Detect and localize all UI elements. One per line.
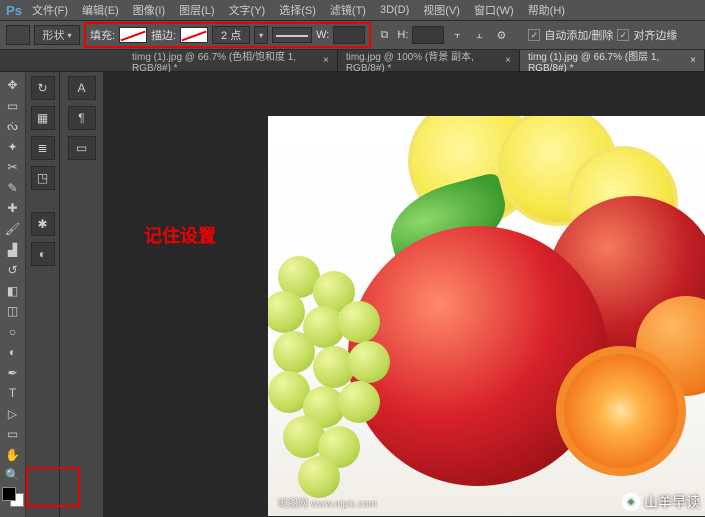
paths-panel-icon[interactable]: ◳ [31,166,55,190]
styles-panel-icon[interactable]: ✱ [31,212,55,236]
tab-label: timg (1).jpg @ 66.7% (色相/饱和度 1, RGB/8#) … [132,48,317,74]
grapes [268,246,408,506]
menu-edit[interactable]: 编辑(E) [76,0,125,20]
menu-bar: Ps 文件(F) 编辑(E) 图像(I) 图层(L) 文字(Y) 选择(S) 滤… [0,0,705,20]
document-canvas[interactable]: 昵图网 www.nipic.com ✦ 山羊早读 [268,116,705,516]
crop-tool[interactable]: ✂ [2,158,24,177]
menu-image[interactable]: 图像(I) [127,0,171,20]
path-selection-tool[interactable]: ▷ [2,405,24,424]
layers-panel-icon[interactable]: ≣ [31,136,55,160]
width-input[interactable] [333,26,365,44]
history-brush-tool[interactable]: ↺ [2,261,24,280]
menu-3d[interactable]: 3D(D) [374,2,415,18]
panel-dock-2: A ¶ ▭ [60,72,104,517]
wechat-icon: ✦ [622,493,640,511]
stroke-label: 描边: [151,27,176,43]
lasso-tool[interactable]: ᔔ [2,117,24,136]
menu-filter[interactable]: 滤镜(T) [324,0,372,20]
fill-label: 填充: [90,27,115,43]
tool-mode-dropdown[interactable]: 形状 ▾ [34,25,80,45]
pen-tool[interactable]: ✒ [2,363,24,382]
panel-dock-1: ↻ ▦ ≣ ◳ ✱ ◐ [26,72,60,517]
close-icon[interactable]: × [505,55,511,66]
document-tabs: timg (1).jpg @ 66.7% (色相/饱和度 1, RGB/8#) … [0,50,705,72]
watermark-bottom-right: ✦ 山羊早读 [622,492,700,512]
move-tool[interactable]: ✥ [2,76,24,95]
annotation-highlight-fill-stroke: 填充: 描边: 2 点 ▾ W: [84,22,371,48]
menu-file[interactable]: 文件(F) [26,0,74,20]
watermark-bottom-left: 昵图网 www.nipic.com [278,495,377,510]
path-arrangement-icon[interactable]: ⚙ [492,26,510,44]
close-icon[interactable]: × [690,55,696,66]
work-area: ✥ ▭ ᔔ ✦ ✂ ✎ ✚ 🖌 ▟ ↺ ◧ ◫ ○ ◐ ✒ T ▷ ▭ ✋ 🔍 … [0,72,705,517]
height-label: H: [397,29,408,41]
menu-view[interactable]: 视图(V) [417,0,466,20]
tool-preset-picker[interactable] [6,25,30,45]
foreground-color-swatch[interactable] [2,487,16,501]
path-alignment-icon[interactable]: ⫠ [470,26,488,44]
orange-half [556,346,686,476]
annotation-text: 记住设置 [144,222,216,248]
stroke-swatch[interactable] [180,27,208,43]
dodge-tool[interactable]: ◐ [2,343,24,362]
close-icon[interactable]: × [323,55,329,66]
eraser-tool[interactable]: ◧ [2,281,24,300]
paragraph-panel-icon[interactable]: ¶ [68,106,96,130]
brush-tool[interactable]: 🖌 [2,220,24,239]
link-wh-icon[interactable]: ⧉ [375,26,393,44]
fill-swatch[interactable] [119,27,147,43]
align-edges-label: 对齐边缘 [633,27,677,43]
character-panel-icon[interactable]: A [68,76,96,100]
color-swatches[interactable] [2,487,24,507]
eyedropper-tool[interactable]: ✎ [2,179,24,198]
height-input[interactable] [412,26,444,44]
type-tool[interactable]: T [2,384,24,403]
stroke-width-dropdown[interactable]: ▾ [254,26,268,44]
shape-panel-icon[interactable]: ▭ [68,136,96,160]
canvas-image: 昵图网 www.nipic.com ✦ 山羊早读 [268,116,705,516]
document-tab-3[interactable]: timg (1).jpg @ 66.7% (图层 1, RGB/8#) * × [520,50,705,71]
menu-select[interactable]: 选择(S) [273,0,322,20]
toolbox: ✥ ▭ ᔔ ✦ ✂ ✎ ✚ 🖌 ▟ ↺ ◧ ◫ ○ ◐ ✒ T ▷ ▭ ✋ 🔍 [0,72,26,517]
stroke-width-input[interactable]: 2 点 [212,26,250,44]
options-bar: 形状 ▾ 填充: 描边: 2 点 ▾ W: ⧉ H: ⫟ ⫠ ⚙ ✓ 自动添加/… [0,20,705,50]
document-tab-2[interactable]: timg.jpg @ 100% (背景 副本, RGB/8#) * × [338,50,520,71]
auto-add-delete-checkbox[interactable]: ✓ [528,29,540,41]
canvas-area[interactable]: 记住设置 [104,72,705,517]
app-logo: Ps [4,0,24,20]
blur-tool[interactable]: ○ [2,322,24,341]
chevron-down-icon: ▾ [67,31,71,40]
zoom-tool[interactable]: 🔍 [2,466,24,485]
width-label: W: [316,29,329,41]
hand-tool[interactable]: ✋ [2,446,24,465]
magic-wand-tool[interactable]: ✦ [2,138,24,157]
healing-brush-tool[interactable]: ✚ [2,199,24,218]
history-panel-icon[interactable]: ↻ [31,76,55,100]
menu-layer[interactable]: 图层(L) [173,0,220,20]
shape-tool[interactable]: ▭ [2,425,24,444]
clone-stamp-tool[interactable]: ▟ [2,240,24,259]
adjustments-panel-icon[interactable]: ◐ [31,242,55,266]
menu-window[interactable]: 窗口(W) [468,0,520,20]
tab-label: timg (1).jpg @ 66.7% (图层 1, RGB/8#) * [528,48,684,74]
swatches-panel-icon[interactable]: ▦ [31,106,55,130]
document-tab-1[interactable]: timg (1).jpg @ 66.7% (色相/饱和度 1, RGB/8#) … [124,50,338,71]
tab-label: timg.jpg @ 100% (背景 副本, RGB/8#) * [346,48,499,74]
tool-mode-label: 形状 [42,27,64,43]
gradient-tool[interactable]: ◫ [2,302,24,321]
stroke-style-picker[interactable] [272,27,312,43]
path-operations-icon[interactable]: ⫟ [448,26,466,44]
menu-type[interactable]: 文字(Y) [223,0,272,20]
marquee-tool[interactable]: ▭ [2,97,24,116]
menu-help[interactable]: 帮助(H) [522,0,571,20]
align-edges-checkbox[interactable]: ✓ [617,29,629,41]
auto-add-delete-label: 自动添加/删除 [544,27,613,43]
